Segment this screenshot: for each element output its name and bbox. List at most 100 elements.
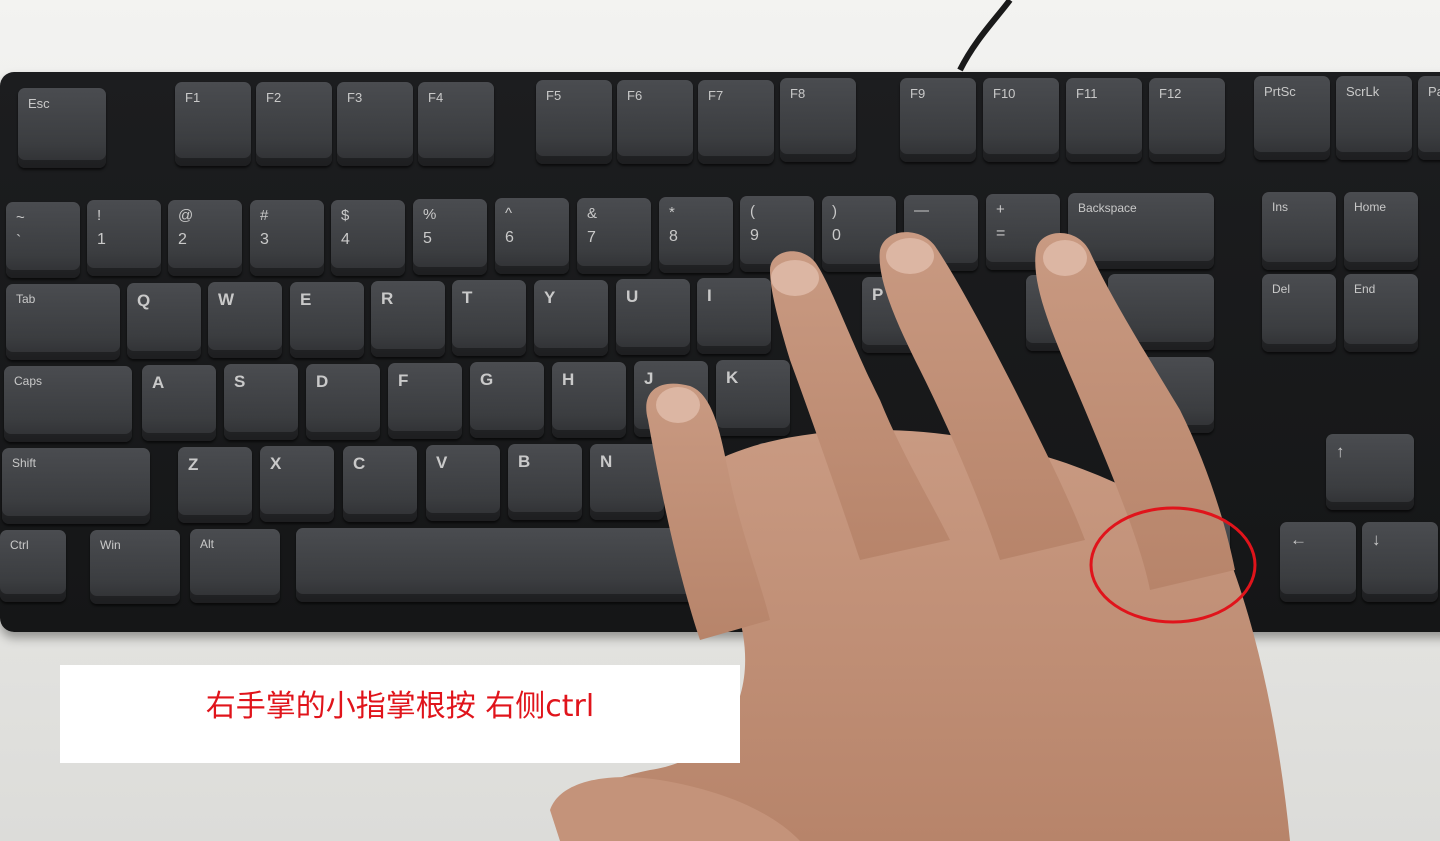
key-caps: Caps (4, 366, 132, 442)
key-f4: F4 (418, 82, 494, 166)
key-a: A (142, 365, 216, 441)
key-alt-right: Alt (828, 526, 918, 600)
key-3-base: 3 (260, 231, 269, 248)
key-j: J (634, 361, 708, 437)
key-4: $4 (331, 200, 405, 276)
key-ctrl-left: Ctrl (0, 530, 66, 602)
key-3-shift: # (260, 207, 269, 224)
key-z: Z (178, 447, 252, 523)
key-f5: F5 (536, 80, 612, 164)
key-2: @2 (168, 200, 242, 276)
key-tilde-shift: ~ (16, 209, 25, 226)
key-2-base: 2 (178, 231, 187, 248)
key-prtsc: PrtSc (1254, 76, 1330, 160)
key-win: Win (90, 530, 180, 604)
key-1-base: 1 (97, 231, 106, 248)
photo-scene: Esc F1 F2 F3 F4 F5 F6 F7 F8 F9 F10 F11 F… (0, 0, 1440, 841)
key-w: W (208, 282, 282, 358)
key-6-shift: ^ (505, 205, 513, 222)
key-tab: Tab (6, 284, 120, 360)
key-1: ! 1 (87, 200, 161, 276)
key-scrlk: ScrLk (1336, 76, 1412, 160)
key-f: F (388, 363, 462, 439)
key-4-shift: $ (341, 207, 350, 224)
key-del: Del (1262, 274, 1336, 352)
key-5: % 5 (413, 199, 487, 275)
key-7-shift: & (587, 205, 598, 222)
key-9-shift: ( (750, 203, 755, 220)
key-9: (9 (740, 196, 814, 272)
key-f10: F10 (983, 78, 1059, 162)
key-e: E (290, 282, 364, 358)
key-t: T (452, 280, 526, 356)
key-q: Q (127, 283, 201, 359)
key-p: P (862, 277, 936, 353)
key-7: & 7 (577, 198, 651, 274)
key-f1: F1 (175, 82, 251, 166)
key-backspace: Backspace (1068, 193, 1214, 269)
key-bracket (1026, 275, 1100, 351)
key-d: D (306, 364, 380, 440)
key-0-base: 0 (832, 227, 841, 244)
key-pause: Pa (1418, 76, 1440, 160)
key-x: X (260, 446, 334, 522)
key-home: Home (1344, 192, 1418, 270)
key-1-shift: ! (97, 207, 102, 224)
key-down: ↓ (1362, 522, 1438, 602)
key-9-base: 9 (750, 227, 759, 244)
key-4-base: 4 (341, 231, 350, 248)
key-shift: Shift (2, 448, 150, 524)
key-f8: F8 (780, 78, 856, 162)
key-esc: Esc (18, 88, 106, 168)
key-equals-base: = (996, 225, 1006, 242)
key-backslash (1108, 274, 1214, 350)
key-f12: F12 (1149, 78, 1225, 162)
key-0-shift: ) (832, 203, 837, 220)
key-f3: F3 (337, 82, 413, 166)
key-s: S (224, 364, 298, 440)
key-comma: < (756, 443, 830, 519)
key-enter (1110, 357, 1214, 433)
key-5-shift: % (423, 206, 437, 223)
key-g: G (470, 362, 544, 438)
key-7-base: 7 (587, 229, 596, 246)
key-f6: F6 (617, 80, 693, 164)
key-k: K (716, 360, 790, 436)
key-u: U (616, 279, 690, 355)
caption-box: 右手掌的小指掌根按 右侧ctrl (60, 665, 740, 763)
key-v: V (426, 445, 500, 521)
key-equals: + = (986, 194, 1060, 270)
key-6: ^ 6 (495, 198, 569, 274)
key-f9: F9 (900, 78, 976, 162)
key-h: H (552, 362, 626, 438)
key-n: N (590, 444, 664, 520)
caption-text: 右手掌的小指掌根按 右侧ctrl (205, 689, 595, 724)
key-0: ) 0 (822, 196, 896, 272)
key-alt-left: Alt (190, 529, 280, 603)
key-f2: F2 (256, 82, 332, 166)
key-i: I (697, 278, 771, 354)
key-f11: F11 (1066, 78, 1142, 162)
key-f7: F7 (698, 80, 774, 164)
key-equals-shift: + (996, 201, 1005, 218)
key-up: ↑ (1326, 434, 1414, 510)
key-tilde-base: ` (16, 233, 22, 250)
key-y: Y (534, 280, 608, 356)
key-space (296, 528, 816, 602)
keyboard: Esc F1 F2 F3 F4 F5 F6 F7 F8 F9 F10 F11 F… (0, 72, 1440, 632)
key-6-base: 6 (505, 229, 514, 246)
key-ins: Ins (1262, 192, 1336, 270)
key-8-shift: * (669, 204, 675, 221)
key-c: C (343, 446, 417, 522)
key-b: B (508, 444, 582, 520)
key-3: #3 (250, 200, 324, 276)
key-minus: — (904, 195, 978, 271)
key-8: * 8 (659, 197, 733, 273)
key-5-base: 5 (423, 230, 432, 247)
key-r: R (371, 281, 445, 357)
key-end: End (1344, 274, 1418, 352)
key-2-shift: @ (178, 207, 194, 224)
key-tilde: ~ ` (6, 202, 80, 278)
key-left: ← (1280, 522, 1356, 602)
key-ctrl-right (1120, 520, 1230, 600)
